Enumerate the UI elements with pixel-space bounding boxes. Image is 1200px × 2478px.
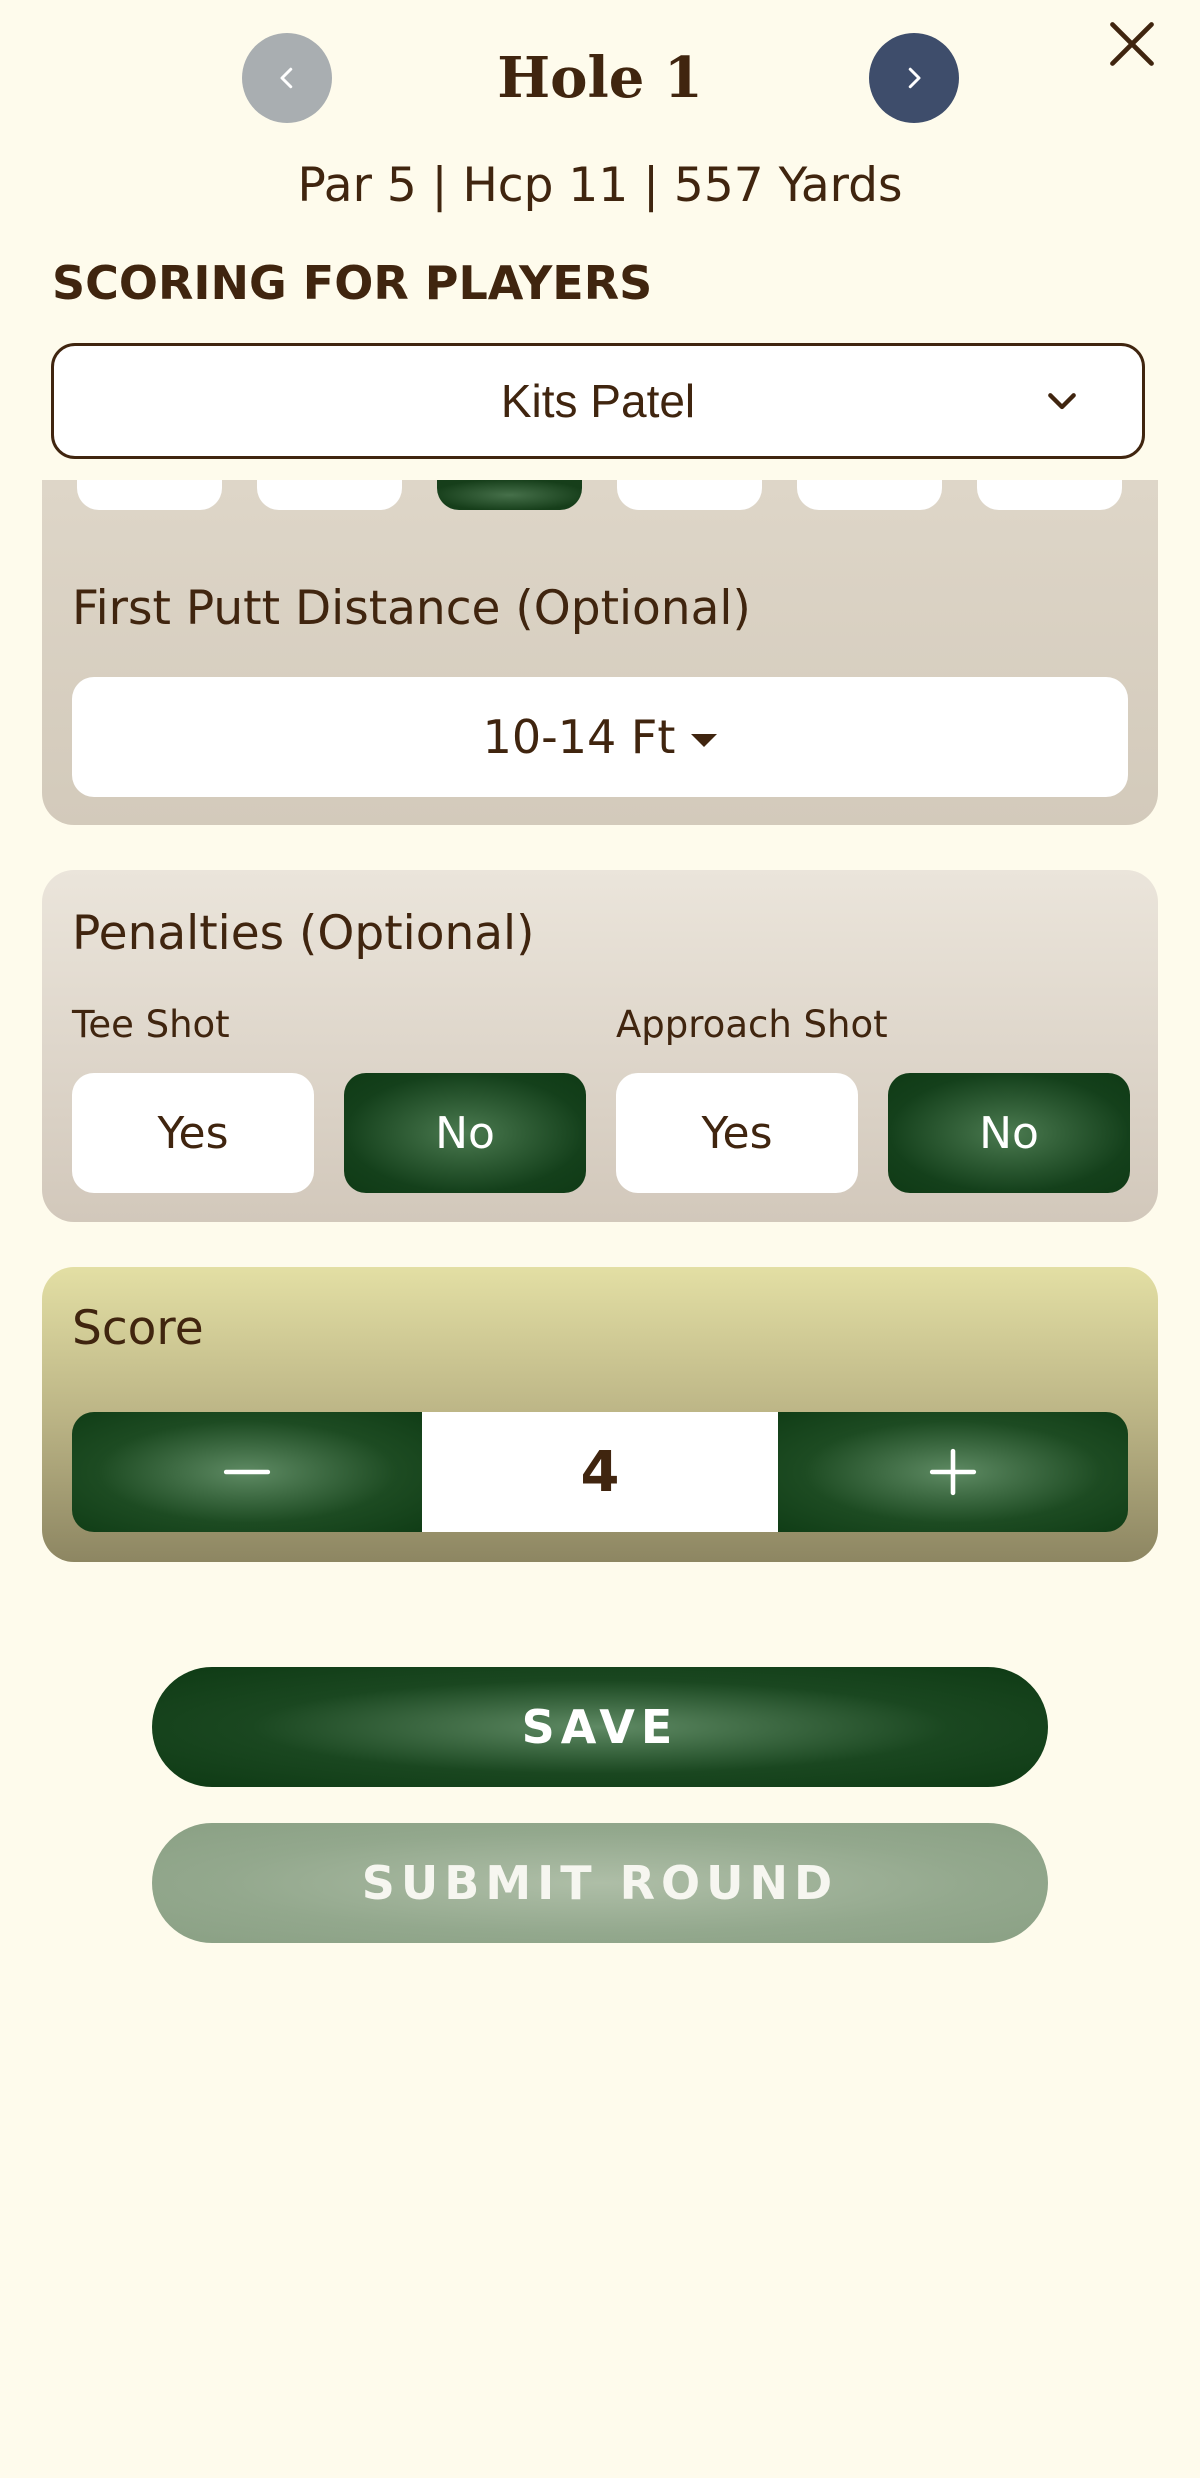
scoring-for-players-label: SCORING FOR PLAYERS <box>52 256 653 310</box>
putts-option[interactable] <box>977 480 1122 510</box>
increment-score-button[interactable] <box>778 1412 1128 1532</box>
first-putt-distance-value: 10-14 Ft <box>482 710 676 764</box>
tee-shot-label: Tee Shot <box>72 1003 230 1046</box>
putts-option[interactable] <box>77 480 222 510</box>
score-panel: Score 4 <box>42 1267 1158 1562</box>
tee-shot-yes-button[interactable]: Yes <box>72 1073 314 1193</box>
submit-round-button[interactable]: SUBMIT ROUND <box>152 1823 1048 1943</box>
putts-option[interactable] <box>257 480 402 510</box>
caret-down-icon <box>691 733 718 747</box>
approach-shot-label: Approach Shot <box>616 1003 888 1046</box>
minus-icon <box>223 1469 271 1475</box>
hole-scoring-screen: Hole 1 Par 5 | Hcp 11 | 557 Yards SCORIN… <box>0 0 1200 2478</box>
hole-title: Hole 1 <box>497 45 703 111</box>
putts-option[interactable] <box>617 480 762 510</box>
penalties-panel: Penalties (Optional) Tee Shot Approach S… <box>42 870 1158 1222</box>
first-putt-distance-label: First Putt Distance (Optional) <box>72 581 751 636</box>
first-putt-distance-select[interactable]: 10-14 Ft <box>72 677 1128 797</box>
chevron-left-icon <box>280 67 293 89</box>
decrement-score-button[interactable] <box>72 1412 422 1532</box>
penalties-title: Penalties (Optional) <box>72 906 535 961</box>
score-label: Score <box>72 1301 204 1356</box>
approach-shot-no-button[interactable]: No <box>888 1073 1130 1193</box>
close-button[interactable] <box>1102 14 1162 74</box>
chevron-right-icon <box>908 67 921 89</box>
tee-shot-no-button[interactable]: No <box>344 1073 586 1193</box>
score-stepper: 4 <box>72 1412 1128 1532</box>
approach-shot-yes-button[interactable]: Yes <box>616 1073 858 1193</box>
close-icon <box>1110 22 1154 66</box>
score-value[interactable]: 4 <box>422 1412 778 1532</box>
next-hole-button[interactable] <box>869 33 959 123</box>
hole-info: Par 5 | Hcp 11 | 557 Yards <box>297 158 903 213</box>
save-button[interactable]: SAVE <box>152 1667 1048 1787</box>
player-select[interactable]: Kits Patel <box>51 343 1145 459</box>
selected-player-name: Kits Patel <box>500 375 696 427</box>
plus-icon <box>929 1448 977 1496</box>
putts-option-selected[interactable] <box>437 480 582 510</box>
putts-option[interactable] <box>797 480 942 510</box>
chevron-down-icon <box>1048 393 1076 410</box>
putting-panel: First Putt Distance (Optional) 10-14 Ft <box>42 480 1158 825</box>
